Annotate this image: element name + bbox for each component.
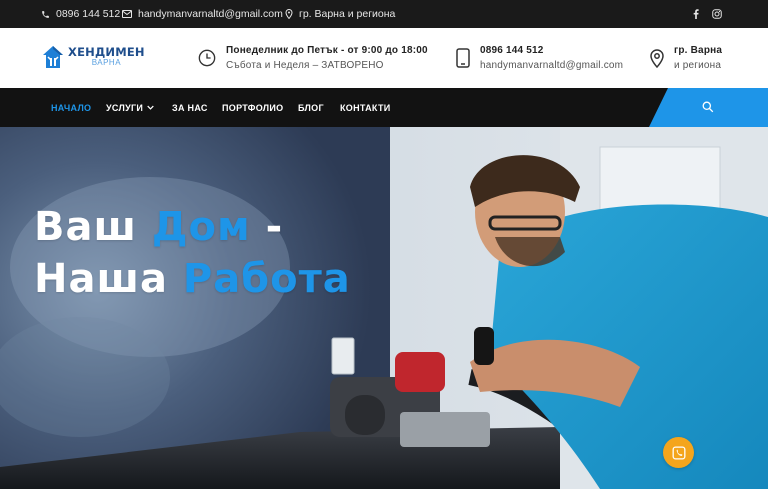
phone-icon [672,446,685,459]
envelope-icon [122,10,132,18]
working-hours: Понеделник до Петък - от 9:00 до 18:00 С… [198,28,428,88]
logo-name: ХЕНДИМЕН [68,44,145,59]
header-phone[interactable]: 0896 144 512 [480,45,623,56]
hero-word-home: Дом [151,204,251,250]
main-navigation: НАЧАЛО УСЛУГИ ЗА НАС ПОРТФОЛИО БЛОГ КОНТ… [0,88,768,127]
chevron-down-icon [147,105,154,110]
location-pin-icon [650,48,664,68]
phone-icon [42,10,49,18]
map-pin-icon [285,9,293,19]
site-header: ХЕНДИМЕН ВАРНА Понеделник до Петък - от … [0,28,768,88]
nav-item-portfolio[interactable]: ПОРТФОЛИО [222,88,283,127]
nav-item-label: УСЛУГИ [106,102,144,113]
nav-item-contacts[interactable]: КОНТАКТИ [340,88,391,127]
nav-item-label: КОНТАКТИ [340,102,391,113]
nav-item-home[interactable]: НАЧАЛО [51,88,91,127]
service-area: гр. Варна и региона [650,28,722,88]
search-icon [702,101,714,113]
site-logo[interactable]: ХЕНДИМЕН ВАРНА [42,45,145,69]
city-region: и региона [674,60,722,71]
topbar-location: гр. Варна и региона [285,0,395,28]
house-logo-icon [43,46,63,68]
hero-word-your: Ваш [34,204,152,250]
hero-word-our: Наша [34,256,183,302]
top-bar: 0896 144 512 handymanvarnaltd@gmail.com … [0,0,768,28]
instagram-icon [712,9,722,19]
nav-item-label: БЛОГ [298,102,324,113]
call-now-button[interactable] [663,437,694,468]
header-email[interactable]: handymanvarnaltd@gmail.com [480,60,623,71]
hero-dash: - [250,204,284,250]
nav-item-label: НАЧАЛО [51,102,92,113]
city-name: гр. Варна [674,45,723,56]
facebook-link[interactable] [693,0,699,28]
search-button[interactable] [649,88,768,127]
nav-item-label: ЗА НАС [172,102,208,113]
hero-line-1: Ваш Дом - [34,201,351,253]
nav-item-label: ПОРТФОЛИО [222,102,284,113]
topbar-phone[interactable]: 0896 144 512 [41,0,120,28]
instagram-link[interactable] [712,0,722,28]
hero-banner: Ваш Дом - Наша Работа [0,127,768,489]
topbar-email-text: handymanvarnaltd@gmail.com [138,8,283,20]
nav-item-about[interactable]: ЗА НАС [172,88,208,127]
nav-item-blog[interactable]: БЛОГ [298,88,324,127]
contact-info[interactable]: 0896 144 512 handymanvarnaltd@gmail.com [456,28,623,88]
hero-line-2: Наша Работа [34,253,351,305]
nav-item-services[interactable]: УСЛУГИ [106,88,154,127]
hero-word-work: Работа [182,256,351,302]
topbar-phone-text: 0896 144 512 [56,8,121,20]
logo-subtitle: ВАРНА [91,58,122,68]
mobile-phone-icon [456,48,470,68]
clock-icon [198,49,216,67]
hours-weekdays: Понеделник до Петък - от 9:00 до 18:00 [226,45,428,56]
hero-headline: Ваш Дом - Наша Работа [34,201,351,305]
hours-weekend: Събота и Неделя – ЗАТВОРЕНО [226,60,384,71]
topbar-location-text: гр. Варна и региона [299,8,396,20]
hero-background-photo [0,127,768,489]
topbar-email[interactable]: handymanvarnaltd@gmail.com [122,0,283,28]
facebook-icon [693,9,699,19]
